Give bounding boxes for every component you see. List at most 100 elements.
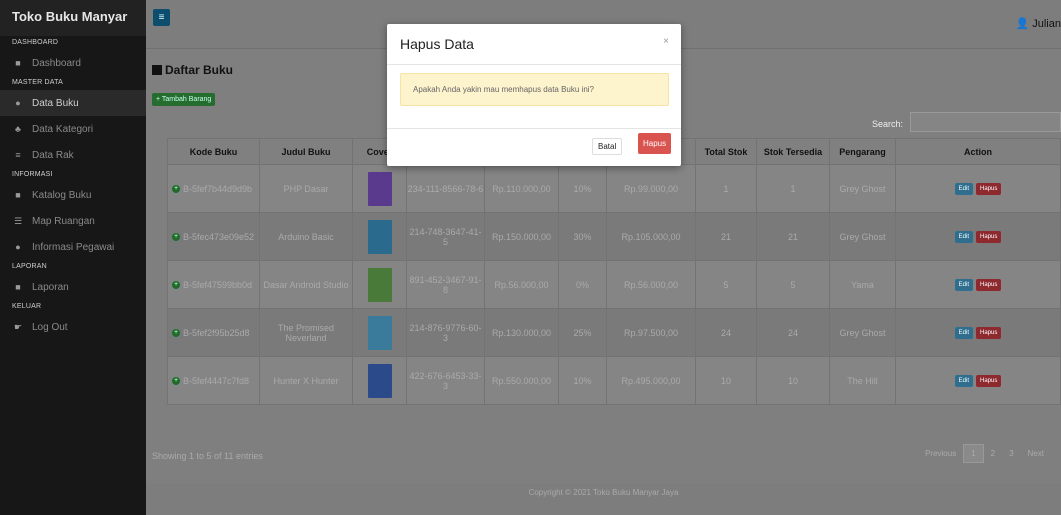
pagination-page[interactable]: 1 xyxy=(963,444,984,463)
sidebar-item-label: Data Rak xyxy=(32,149,74,161)
sidebar-item-dashboard[interactable]: ■ Dashboard xyxy=(0,50,146,76)
sidebar: Toko Buku Manyar DASHBOARD ■ Dashboard MAST… xyxy=(0,0,146,515)
table-row: + B-5fef7b44d9d9b PHP Dasar 234-111-8566-78… xyxy=(167,164,1061,213)
total-stok: 10 xyxy=(695,356,757,405)
isbn: 891-452-3467-91-8 xyxy=(406,260,485,309)
kode-wrap: + B-5fef2f95b25d8 xyxy=(168,328,259,338)
sidebar-item-label: Dashboard xyxy=(32,57,81,69)
diskon: 0% xyxy=(558,260,607,309)
menu-toggle-icon[interactable]: ≡ xyxy=(153,9,170,26)
column-header[interactable]: Total Stok xyxy=(695,138,757,165)
pengarang: The Hill xyxy=(829,356,896,405)
sidebar-item-data-buku[interactable]: ● Data Buku xyxy=(0,90,146,116)
delete-button[interactable]: Hapus xyxy=(976,231,1002,243)
map-icon: ☰ xyxy=(13,215,23,226)
confirm-delete-button[interactable]: Hapus xyxy=(638,133,672,154)
sidebar-item-informasi-pegawai[interactable]: ● Informasi Pegawai xyxy=(0,234,146,260)
close-icon[interactable]: × xyxy=(663,36,669,47)
modal-divider xyxy=(387,64,681,65)
pagination-previous[interactable]: Previous xyxy=(918,445,963,462)
search-input[interactable] xyxy=(910,112,1061,132)
kode-cell: + B-5fef47599bb0d xyxy=(167,260,260,309)
expand-row-icon[interactable]: + xyxy=(172,184,180,193)
table-row: + B-5fef4447c7fd8 Hunter X Hunter 422-676-6… xyxy=(167,356,1061,405)
user-name: Julian xyxy=(1032,18,1061,30)
sidebar-item-label: Informasi Pegawai xyxy=(32,241,115,253)
column-header[interactable]: Pengarang xyxy=(829,138,896,165)
judul-buku: Arduino Basic xyxy=(259,212,353,261)
harga: Rp.150.000,00 xyxy=(484,212,559,261)
brand-title[interactable]: Toko Buku Manyar xyxy=(0,0,146,36)
sidebar-item-laporan[interactable]: ■ Laporan xyxy=(0,274,146,300)
sidebar-item-data-rak[interactable]: ≡ Data Rak xyxy=(0,142,146,168)
sidebar-item-label: Data Buku xyxy=(32,97,79,109)
table-row: + B-5fec473e09e52 Arduino Basic 214-748-364… xyxy=(167,212,1061,261)
book-cover-image xyxy=(367,315,392,350)
cover-cell xyxy=(352,164,407,213)
tags-icon: ♣ xyxy=(15,124,21,134)
hand-icon: ☛ xyxy=(13,321,23,332)
book-icon xyxy=(152,65,162,75)
book-cover-image xyxy=(367,363,392,398)
column-header[interactable]: Action xyxy=(895,138,1061,165)
sidebar-item-label: Laporan xyxy=(32,281,69,293)
total-stok: 21 xyxy=(695,212,757,261)
table-body: + B-5fef7b44d9d9b PHP Dasar 234-111-8566-78… xyxy=(167,164,1061,405)
pengarang: Grey Ghost xyxy=(829,308,896,357)
edit-button[interactable]: Edit xyxy=(954,375,973,387)
kode-cell: + B-5fef2f95b25d8 xyxy=(167,308,260,357)
kode-cell: + B-5fef7b44d9d9b xyxy=(167,164,260,213)
delete-button[interactable]: Hapus xyxy=(976,327,1002,339)
user-menu[interactable]: 👤 Julian xyxy=(1015,17,1061,30)
modal-title: Hapus Data xyxy=(400,36,474,52)
delete-button[interactable]: Hapus xyxy=(976,183,1002,195)
expand-row-icon[interactable]: + xyxy=(172,328,180,337)
sidebar-item-data-kategori[interactable]: ♣ Data Kategori xyxy=(0,116,146,142)
diskon: 30% xyxy=(558,212,607,261)
kode-cell: + B-5fec473e09e52 xyxy=(167,212,260,261)
total-stok: 1 xyxy=(695,164,757,213)
delete-button[interactable]: Hapus xyxy=(976,279,1002,291)
column-header[interactable]: Stok Tersedia xyxy=(756,138,830,165)
pagination-next[interactable]: Next xyxy=(1021,445,1051,462)
edit-button[interactable]: Edit xyxy=(954,327,973,339)
pengarang: Grey Ghost xyxy=(829,212,896,261)
pagination-page[interactable]: 2 xyxy=(984,445,1002,462)
sidebar-item-map-ruangan[interactable]: ☰ Map Ruangan xyxy=(0,208,146,234)
bars-icon: ≡ xyxy=(15,150,21,160)
isbn: 214-748-3647-41-5 xyxy=(406,212,485,261)
sidebar-item-log-out[interactable]: ☛ Log Out xyxy=(0,314,146,340)
column-header[interactable]: Kode Buku xyxy=(167,138,260,165)
edit-button[interactable]: Edit xyxy=(954,183,973,195)
sidebar-section-label: KELUAR xyxy=(12,303,42,310)
expand-row-icon[interactable]: + xyxy=(172,280,180,289)
expand-row-icon[interactable]: + xyxy=(172,376,180,385)
cover-cell xyxy=(352,356,407,405)
expand-row-icon[interactable]: + xyxy=(172,232,180,241)
book-cover-image xyxy=(367,171,392,206)
cancel-button[interactable]: Batal xyxy=(592,138,623,155)
edit-button[interactable]: Edit xyxy=(954,279,973,291)
book-icon: ■ xyxy=(15,58,21,68)
pengarang: Grey Ghost xyxy=(829,164,896,213)
column-header[interactable]: Judul Buku xyxy=(259,138,353,165)
cover-cell xyxy=(352,260,407,309)
diskon: 10% xyxy=(558,164,607,213)
kode-buku: B-5fef7b44d9d9b xyxy=(183,183,253,194)
sidebar-item-katalog-buku[interactable]: ■ Katalog Buku xyxy=(0,182,146,208)
delete-button[interactable]: Hapus xyxy=(976,375,1002,387)
action-cell: Edit Hapus xyxy=(895,308,1061,357)
kode-wrap: + B-5fec473e09e52 xyxy=(168,232,259,242)
stok-tersedia: 24 xyxy=(756,308,830,357)
modal-message: Apakah Anda yakin mau memhapus data Buku… xyxy=(400,73,669,106)
table-info: Showing 1 to 5 of 11 entries xyxy=(152,451,263,461)
delete-modal: Hapus Data × Apakah Anda yakin mau memha… xyxy=(387,24,681,166)
harga-diskon: Rp.495.000,00 xyxy=(606,356,696,405)
sidebar-item-label: Data Kategori xyxy=(32,123,94,135)
kode-wrap: + B-5fef47599bb0d xyxy=(168,280,259,290)
action-cell: Edit Hapus xyxy=(895,212,1061,261)
pagination-page[interactable]: 3 xyxy=(1002,445,1020,462)
harga-diskon: Rp.56.000,00 xyxy=(606,260,696,309)
add-book-button[interactable]: + Tambah Barang xyxy=(152,93,216,106)
edit-button[interactable]: Edit xyxy=(954,231,973,243)
